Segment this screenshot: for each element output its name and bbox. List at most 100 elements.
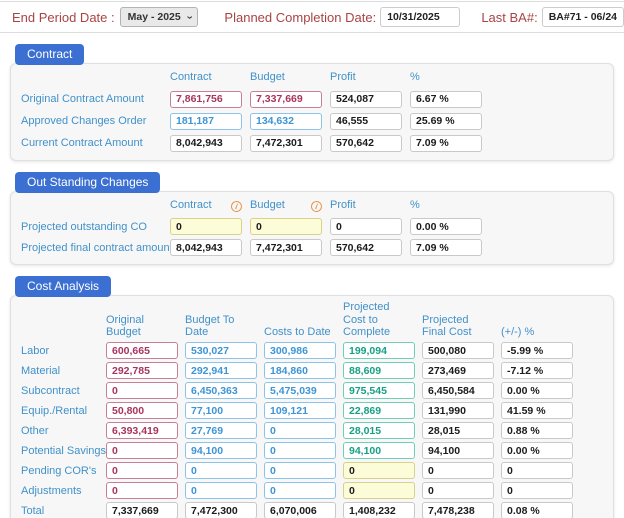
table-row: Subcontract06,450,3635,475,039975,5456,4… [21,381,605,401]
info-icon[interactable]: i [230,200,243,213]
column-header: Profit [330,199,402,214]
column-header-label: Projected Cost to Complete [343,301,415,339]
value-input[interactable]: 22,869 [343,402,415,419]
value-input[interactable]: 0 [264,482,336,499]
panel-contract: ContractBudgetProfit%Original Contract A… [10,63,614,161]
value-input[interactable]: 6,450,363 [185,382,257,399]
value-input[interactable]: 109,121 [264,402,336,419]
readonly-value-field: -7.12 % [501,362,573,379]
end-period-date-select[interactable]: May - 2025 › [120,7,199,27]
value-input[interactable]: 0 [170,218,242,235]
column-header-label: % [410,199,420,212]
readonly-value-field: 94,100 [422,442,494,459]
table-row: Labor600,665 530,027 300,986 199,094 500,080… [21,341,605,361]
value-input[interactable]: 0 [343,462,415,479]
value-input[interactable]: 181,187 [170,113,242,130]
value-input[interactable]: 7,337,669 [250,91,322,108]
section-contract: ContractContractBudgetProfit%Original Co… [10,44,614,161]
row-label: Projected outstanding CO [21,221,170,233]
row-label: Labor [21,345,106,357]
value-input[interactable]: 184,860 [264,362,336,379]
value-input[interactable]: 0 [343,482,415,499]
value-input[interactable]: 530,027 [185,342,257,359]
readonly-value-field: 6,450,584 [422,382,494,399]
value-input[interactable]: 199,094 [343,342,415,359]
tab-contract[interactable]: Contract [15,44,84,65]
value-input[interactable]: 50,800 [106,402,178,419]
readonly-value-field: -5.99 % [501,342,573,359]
readonly-value-field: 7,472,301 [250,135,322,152]
column-header-label: Budget [250,71,285,84]
readonly-value-field: 0.88 % [501,422,573,439]
table-row: Projected final contract amount8,042,943… [21,237,605,258]
readonly-value-field: 0 [330,218,402,235]
value-input[interactable]: 6,393,419 [106,422,178,439]
row-label: Projected final contract amount [21,242,170,254]
table-row: Current Contract Amount8,042,9437,472,30… [21,132,605,154]
readonly-value-field: 0.00 % [410,218,482,235]
tab-cost[interactable]: Cost Analysis [15,276,111,297]
last-ba-input[interactable]: BA#71 - 06/24 [542,7,624,27]
value-input[interactable]: 292,941 [185,362,257,379]
column-header: Costs to Date [264,326,336,341]
value-input[interactable]: 0 [106,382,178,399]
table-row: Original Contract Amount7,861,756 7,337,6… [21,88,605,110]
value-input[interactable]: 975,545 [343,382,415,399]
end-period-date-value: May - 2025 [128,11,181,23]
readonly-value-field: 500,080 [422,342,494,359]
value-input[interactable]: 0 [250,218,322,235]
value-input[interactable]: 0 [106,442,178,459]
readonly-value-field: 7.09 % [410,239,482,256]
row-label: Total [21,505,106,517]
column-header: Contract i [170,199,242,214]
value-input[interactable]: 88,609 [343,362,415,379]
row-label: Potential Savings [21,445,106,457]
value-input[interactable]: 94,100 [343,442,415,459]
value-input[interactable]: 0 [185,462,257,479]
value-input[interactable]: 0 [264,462,336,479]
readonly-value-field: 570,642 [330,239,402,256]
value-input[interactable]: 134,632 [250,113,322,130]
value-input[interactable]: 27,769 [185,422,257,439]
table-row: Total7,337,6697,472,3006,070,0061,408,23… [21,501,605,518]
info-icon[interactable]: i [310,200,323,213]
readonly-value-field: 41.59 % [501,402,573,419]
readonly-value-field: 7,472,301 [250,239,322,256]
column-header-label: Contract [170,199,212,212]
column-header: % [410,199,482,214]
value-input[interactable]: 0 [185,482,257,499]
value-input[interactable]: 7,861,756 [170,91,242,108]
value-input[interactable]: 600,665 [106,342,178,359]
column-header: Projected Final Cost [422,314,494,341]
value-input[interactable]: 0 [106,482,178,499]
value-input[interactable]: 300,986 [264,342,336,359]
row-label: Original Contract Amount [21,93,170,105]
value-input[interactable]: 77,100 [185,402,257,419]
column-header: Projected Cost to Complete [343,301,415,341]
value-input[interactable]: 28,015 [343,422,415,439]
value-input[interactable]: 0 [264,442,336,459]
readonly-value-field: 0.00 % [501,442,573,459]
section-outstanding: Out Standing ChangesContractiBudgetiProf… [10,172,614,265]
value-input[interactable]: 0 [264,422,336,439]
column-header-label: (+/-) % [501,326,534,339]
readonly-value-field: 524,087 [330,91,402,108]
panel-cost: Original BudgetBudget To DateCosts to Da… [10,295,614,518]
tab-outstanding[interactable]: Out Standing Changes [15,172,160,193]
column-header: Budgeti [250,199,322,214]
table-row: Equip./Rental50,80077,100109,12122,86913… [21,401,605,421]
row-label: Approved Changes Order [21,115,170,127]
top-bar: End Period Date : May - 2025 › Planned C… [0,1,624,33]
planned-completion-date-input[interactable]: 10/31/2025 [380,7,460,27]
value-input[interactable]: 292,785 [106,362,178,379]
column-header: (+/-) % [501,326,573,341]
value-input[interactable]: 5,475,039 [264,382,336,399]
column-header: Contract [170,71,242,86]
readonly-value-field: 0 [501,482,573,499]
value-input[interactable]: 94,100 [185,442,257,459]
last-ba-label: Last BA#: [481,10,537,25]
planned-completion-date-label: Planned Completion Date: [224,10,376,25]
column-header: Profit [330,71,402,86]
readonly-value-field: 131,990 [422,402,494,419]
value-input[interactable]: 0 [106,462,178,479]
